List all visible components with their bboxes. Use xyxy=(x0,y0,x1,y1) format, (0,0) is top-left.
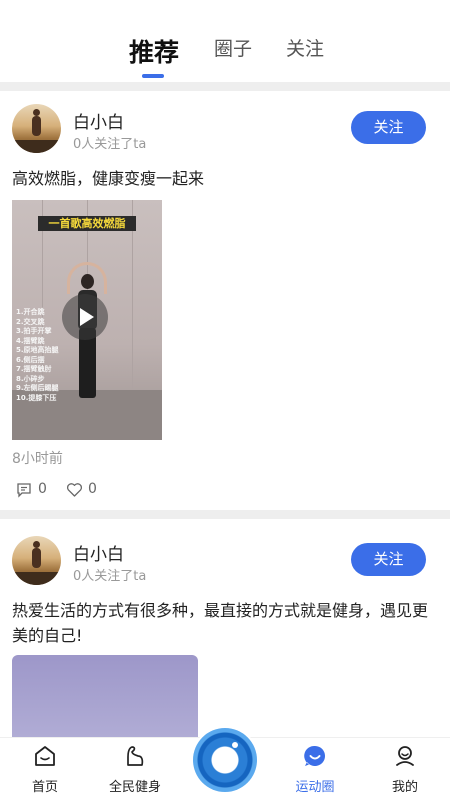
follow-button[interactable]: 关注 xyxy=(351,111,426,144)
nav-home[interactable]: 首页 xyxy=(0,738,90,800)
post-follower-count: 0人关注了ta xyxy=(73,137,147,152)
follow-button[interactable]: 关注 xyxy=(351,543,426,576)
arm-muscle-icon xyxy=(127,746,144,766)
nav-mine[interactable]: 我的 xyxy=(360,738,450,800)
exercise-item: 4.摆臂跳 xyxy=(16,336,45,345)
post-video[interactable]: 一首歌高效燃脂 1.开合跳 2.交叉跳 3.拍手开掌 4.摆臂跳 5.原地高抬腿… xyxy=(12,200,162,440)
exercise-item: 10.提膝下压 xyxy=(16,393,57,402)
nav-mine-label: 我的 xyxy=(391,780,418,795)
nav-fitness-label: 全民健身 xyxy=(108,780,161,795)
post-text: 热爱生活的方式有很多种，最直接的方式就是健身，遇见更美的自己! xyxy=(12,601,429,645)
avatar-runner-figure xyxy=(32,541,41,568)
video-banner: 一首歌高效燃脂 xyxy=(38,216,136,231)
home-icon xyxy=(35,746,55,766)
nav-home-label: 首页 xyxy=(31,780,58,795)
comment-icon xyxy=(17,483,31,498)
avatar[interactable] xyxy=(12,104,61,153)
avatar-ground xyxy=(12,572,61,585)
exercise-item: 5.原地高抬腿 xyxy=(16,346,59,354)
exercise-item: 1.开合跳 xyxy=(16,308,45,316)
user-icon xyxy=(396,746,414,766)
exercise-item: 9.左侧后踢腿 xyxy=(16,384,59,392)
nav-sports-circle-label: 运动圈 xyxy=(295,780,335,795)
exercise-item: 3.拍手开掌 xyxy=(16,327,52,335)
tab-following[interactable]: 关注 xyxy=(286,34,324,61)
tab-circle[interactable]: 圈子 xyxy=(214,34,252,61)
exercise-item: 2.交叉跳 xyxy=(16,317,45,326)
avatar[interactable] xyxy=(12,536,61,585)
top-tab-bar: 推荐 圈子 关注 xyxy=(0,0,450,82)
like-button[interactable]: 0 xyxy=(66,481,106,501)
exercise-item: 7.摆臂触肘 xyxy=(16,365,52,373)
post-card: 白小白 0人关注了ta 关注 高效燃脂，健康变瘦一起来 一首歌高效燃脂 1.开合… xyxy=(0,91,450,509)
play-icon[interactable] xyxy=(62,294,108,340)
like-count: 0 xyxy=(88,481,97,497)
exercise-item: 8.小碎步 xyxy=(16,374,45,383)
post-follower-count: 0人关注了ta xyxy=(73,569,147,584)
post-timestamp: 8小时前 xyxy=(12,451,63,467)
post-card: 白小白 0人关注了ta 关注 热爱生活的方式有很多种，最直接的方式就是健身，遇见… xyxy=(0,519,450,745)
center-action-button[interactable] xyxy=(193,728,257,792)
comment-count: 0 xyxy=(38,481,47,497)
post-username[interactable]: 白小白 xyxy=(73,540,124,565)
app-screen: 推荐 圈子 关注 白小白 0人关注了ta 关注 高效燃脂，健康变瘦一起来 一首歌… xyxy=(0,0,450,800)
person-head xyxy=(81,274,94,289)
smile-chat-icon xyxy=(304,745,325,766)
comment-button[interactable]: 0 xyxy=(16,481,56,501)
nav-sports-circle[interactable]: 运动圈 xyxy=(270,738,360,800)
exercise-item: 6.侧后摆 xyxy=(16,355,45,364)
post-image[interactable] xyxy=(12,655,198,745)
avatar-ground xyxy=(12,140,61,153)
avatar-runner-figure xyxy=(32,109,41,136)
post-username[interactable]: 白小白 xyxy=(73,108,124,133)
tab-recommend[interactable]: 推荐 xyxy=(129,33,179,69)
active-tab-indicator xyxy=(142,74,164,78)
heart-icon xyxy=(67,483,82,497)
nav-fitness[interactable]: 全民健身 xyxy=(90,738,180,800)
section-divider xyxy=(0,82,450,91)
exercise-list: 1.开合跳 2.交叉跳 3.拍手开掌 4.摆臂跳 5.原地高抬腿 6.侧后摆 7… xyxy=(16,308,59,403)
post-text: 高效燃脂，健康变瘦一起来 xyxy=(12,169,205,188)
section-divider xyxy=(0,510,450,519)
